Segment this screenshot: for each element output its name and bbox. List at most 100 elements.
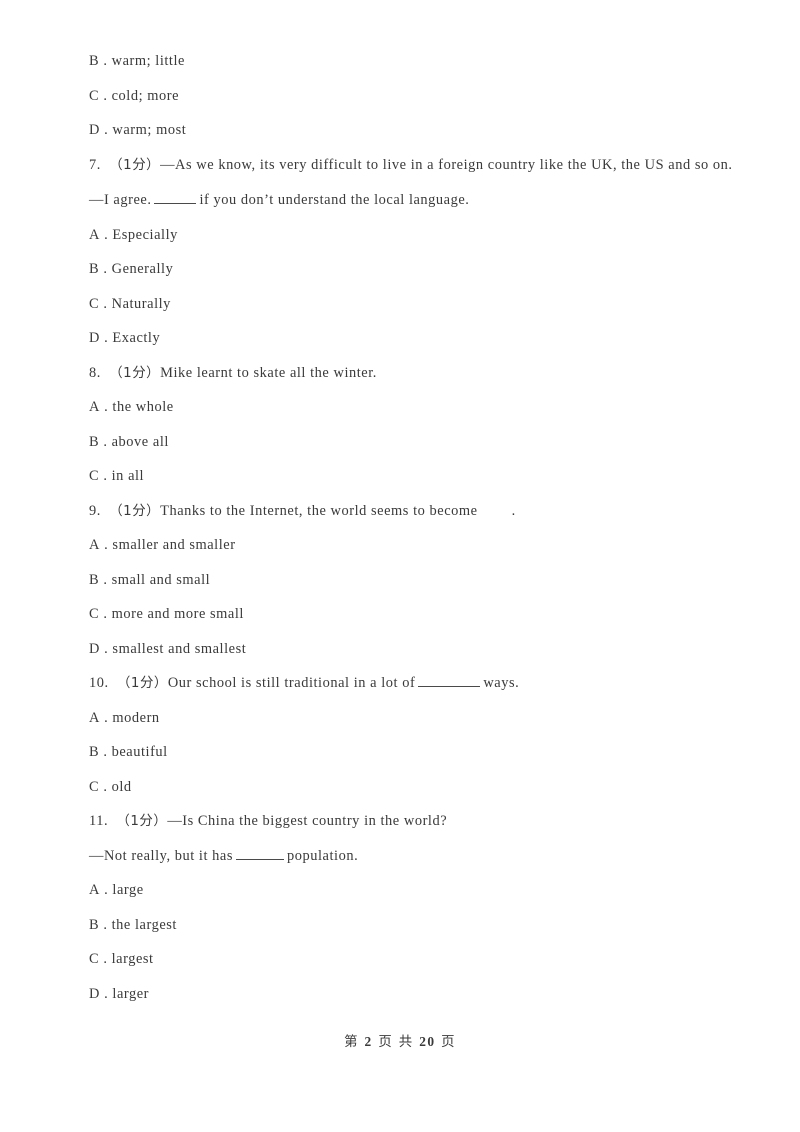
option-letter: D <box>89 122 100 138</box>
option-text: smaller and smaller <box>112 537 236 553</box>
question-stem: 10. （1分）Our school is still traditional … <box>48 666 752 701</box>
option-letter: C <box>89 606 100 622</box>
footer-suffix: 页 <box>441 1035 456 1050</box>
option-text: warm; most <box>112 122 187 138</box>
footer-prefix: 第 <box>344 1035 359 1050</box>
option-letter: D <box>89 985 100 1002</box>
question-marks: （1分） <box>109 503 161 519</box>
option-letter: A <box>89 226 100 243</box>
question-marks: （1分） <box>116 814 168 829</box>
option-row[interactable]: C . old <box>48 770 752 805</box>
option-letter: B <box>89 744 100 760</box>
option-letter: C <box>89 951 100 967</box>
option-row[interactable]: C . Naturally <box>48 287 752 322</box>
option-letter: A <box>89 399 100 415</box>
dialogue-reply-suffix: if you don’t understand the local langua… <box>199 192 470 208</box>
option-letter: B <box>89 53 100 69</box>
option-row[interactable]: B . the largest <box>48 908 752 943</box>
option-text: Especially <box>112 226 178 243</box>
option-text: larger <box>112 985 150 1002</box>
option-letter: D <box>89 640 100 657</box>
question-number: 7. <box>89 156 101 173</box>
document-page: B . warm; little C . cold; more D . warm… <box>0 0 800 1132</box>
question-stem-line2: —Not really, but it has population. <box>48 839 752 874</box>
footer-current-page: 2 <box>364 1034 373 1049</box>
option-text: Generally <box>111 261 174 277</box>
option-text: Exactly <box>112 330 161 346</box>
question-number: 9. <box>89 502 101 519</box>
option-letter: B <box>89 916 100 933</box>
option-letter: B <box>89 433 100 450</box>
option-letter: A <box>89 537 100 553</box>
question-stem-text: —Is China the biggest country in the wor… <box>167 813 448 829</box>
question-marks: （1分） <box>109 157 161 173</box>
option-row[interactable]: C . in all <box>48 459 752 494</box>
page-footer: 第 2 页 共 20 页 <box>0 1030 800 1050</box>
option-text: above all <box>111 433 169 450</box>
answer-blank[interactable] <box>418 686 481 687</box>
option-letter: A <box>89 709 100 726</box>
option-row[interactable]: D . Exactly <box>48 321 752 356</box>
option-text: modern <box>112 709 160 726</box>
question-stem-suffix: . <box>511 502 516 519</box>
question-number: 10. <box>89 675 109 691</box>
option-text: the whole <box>112 399 174 415</box>
option-row[interactable]: B . Generally <box>48 252 752 287</box>
footer-middle: 页 共 <box>378 1035 414 1050</box>
answer-blank[interactable] <box>154 203 197 204</box>
dialogue-reply-suffix: population. <box>287 847 359 864</box>
question-stem-text: Thanks to the Internet, the world seems … <box>160 502 478 519</box>
option-text: smallest and smallest <box>112 640 247 657</box>
option-letter: C <box>89 468 100 484</box>
option-row[interactable]: B . beautiful <box>48 735 752 770</box>
option-row[interactable]: D . larger <box>48 977 752 1012</box>
question-number: 11. <box>89 813 109 829</box>
option-letter: B <box>89 261 100 277</box>
option-text: old <box>111 778 132 795</box>
option-letter: B <box>89 571 100 588</box>
dialogue-reply-prefix: —I agree. <box>89 192 152 208</box>
question-stem-text: Mike learnt to skate all the winter. <box>160 364 377 381</box>
option-row[interactable]: B . warm; little <box>48 44 752 79</box>
option-row[interactable]: C . cold; more <box>48 79 752 114</box>
option-text: Naturally <box>111 295 171 312</box>
answer-blank[interactable] <box>236 858 285 860</box>
question-stem: 7. （1分）—As we know, its very difficult t… <box>48 148 752 184</box>
option-letter: C <box>89 778 100 795</box>
page-content: B . warm; little C . cold; more D . warm… <box>48 44 752 1011</box>
option-row[interactable]: B . small and small <box>48 563 752 598</box>
question-number: 8. <box>89 364 101 381</box>
question-stem: 8. （1分）Mike learnt to skate all the wint… <box>48 356 752 391</box>
option-letter: C <box>89 87 100 104</box>
option-text: the largest <box>111 916 177 933</box>
option-row[interactable]: C . largest <box>48 942 752 977</box>
question-stem-line2: —I agree. if you don’t understand the loc… <box>48 183 752 218</box>
question-marks: （1分） <box>116 676 168 691</box>
question-stem-text: Our school is still traditional in a lot… <box>167 675 416 691</box>
option-letter: C <box>89 295 100 312</box>
question-stem: 11. （1分）—Is China the biggest country in… <box>48 804 752 839</box>
question-stem: 9. （1分）Thanks to the Internet, the world… <box>48 494 752 529</box>
option-text: more and more small <box>111 606 244 622</box>
option-row[interactable]: B . above all <box>48 425 752 460</box>
question-stem-text: —As we know, its very difficult to live … <box>160 156 733 173</box>
option-row[interactable]: A . large <box>48 873 752 908</box>
option-text: warm; little <box>111 53 185 69</box>
option-letter: A <box>89 882 100 898</box>
option-row[interactable]: C . more and more small <box>48 597 752 632</box>
option-row[interactable]: D . smallest and smallest <box>48 632 752 667</box>
option-row[interactable]: A . Especially <box>48 218 752 253</box>
option-letter: D <box>89 330 100 346</box>
option-text: beautiful <box>111 744 168 760</box>
option-row[interactable]: A . smaller and smaller <box>48 528 752 563</box>
option-text: small and small <box>111 571 211 588</box>
question-stem-suffix: ways. <box>483 675 520 691</box>
option-text: large <box>112 882 144 898</box>
option-row[interactable]: A . the whole <box>48 390 752 425</box>
option-text: largest <box>111 951 154 967</box>
option-text: cold; more <box>111 87 180 104</box>
footer-total-pages: 20 <box>419 1034 436 1049</box>
option-row[interactable]: A . modern <box>48 701 752 736</box>
option-row[interactable]: D . warm; most <box>48 113 752 148</box>
dialogue-reply-prefix: —Not really, but it has <box>89 847 234 864</box>
